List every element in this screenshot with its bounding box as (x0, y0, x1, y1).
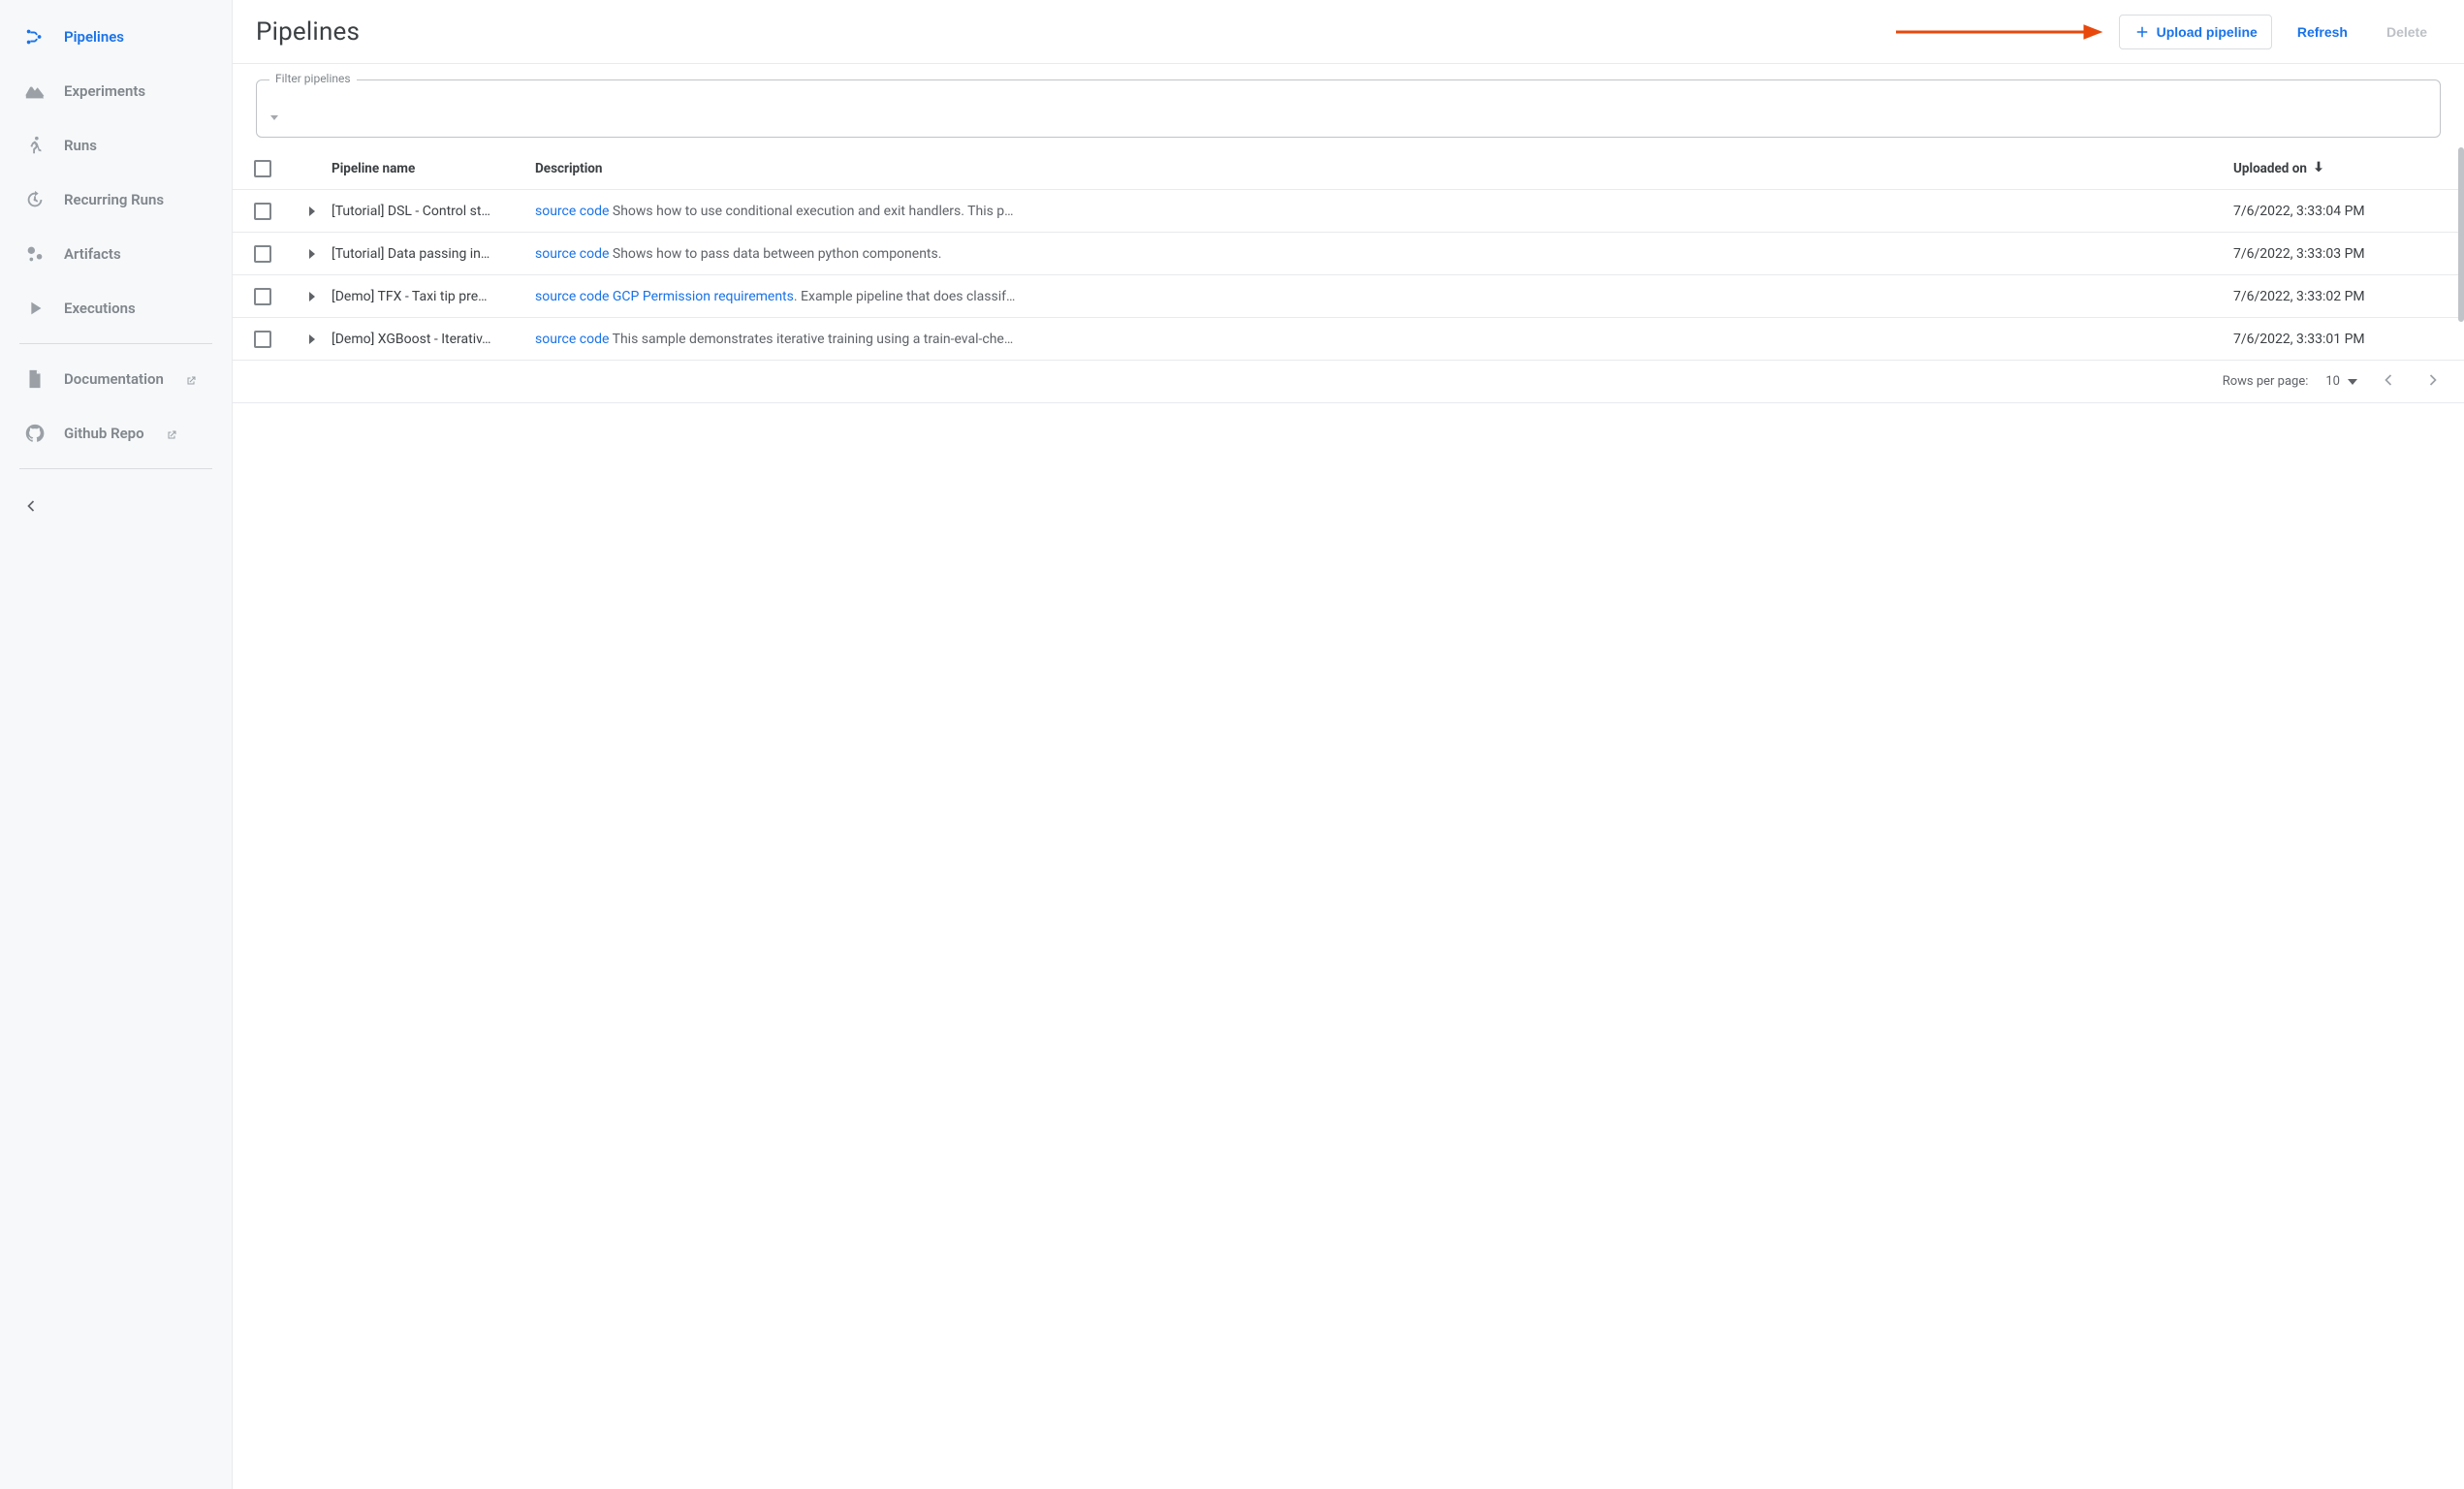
sidebar-divider (19, 343, 212, 344)
recurring-icon (23, 188, 47, 211)
page-title: Pipelines (256, 17, 360, 47)
sidebar-item-label: Executions (64, 300, 136, 317)
uploaded-on: 7/6/2022, 3:33:03 PM (2233, 246, 2447, 262)
refresh-label: Refresh (2297, 24, 2348, 40)
chevron-down-icon (2348, 379, 2357, 385)
source-code-link[interactable]: source code (535, 332, 609, 347)
row-checkbox[interactable] (254, 245, 271, 263)
table-row[interactable]: [Tutorial] Data passing in… source code … (233, 233, 2464, 275)
chevron-down-icon (270, 115, 278, 120)
scrollbar[interactable] (2458, 147, 2464, 438)
pipeline-description: source code Shows how to pass data betwe… (535, 246, 2233, 262)
column-header-description[interactable]: Description (535, 161, 2233, 176)
sidebar: Pipelines Experiments Runs Recurring Run… (0, 0, 233, 1489)
runs-icon (23, 134, 47, 157)
artifacts-icon (23, 242, 47, 266)
table-row[interactable]: [Demo] TFX - Taxi tip pre… source code G… (233, 275, 2464, 318)
sidebar-item-label: Experiments (64, 82, 145, 100)
sidebar-item-recurring-runs[interactable]: Recurring Runs (12, 173, 220, 227)
pipelines-icon (23, 25, 47, 48)
previous-page-button[interactable] (2375, 366, 2402, 397)
plus-icon (2133, 23, 2151, 41)
table-pagination: Rows per page: 10 (233, 361, 2464, 403)
uploaded-on: 7/6/2022, 3:33:01 PM (2233, 332, 2447, 347)
topbar: Pipelines Upload pipeline Refresh Delete (233, 0, 2464, 64)
select-all-checkbox[interactable] (254, 160, 271, 177)
column-header-uploaded[interactable]: Uploaded on (2233, 159, 2447, 178)
sidebar-item-label: Github Repo (64, 425, 144, 442)
sidebar-item-github[interactable]: Github Repo (12, 406, 220, 460)
sidebar-item-label: Pipelines (64, 28, 124, 46)
next-page-button[interactable] (2419, 366, 2447, 397)
column-header-name[interactable]: Pipeline name (332, 161, 535, 176)
expand-row-icon[interactable] (309, 206, 315, 216)
sidebar-item-artifacts[interactable]: Artifacts (12, 227, 220, 281)
sidebar-item-experiments[interactable]: Experiments (12, 64, 220, 118)
collapse-sidebar-button[interactable] (0, 487, 232, 525)
pipeline-description: source code Shows how to use conditional… (535, 204, 2233, 219)
expand-row-icon[interactable] (309, 249, 315, 259)
document-icon (23, 367, 47, 391)
uploaded-on: 7/6/2022, 3:33:02 PM (2233, 289, 2447, 304)
external-link-icon (185, 373, 197, 385)
sidebar-item-executions[interactable]: Executions (12, 281, 220, 335)
pipeline-description: source code GCP Permission requirements.… (535, 289, 2233, 304)
filter-label: Filter pipelines (269, 72, 357, 85)
row-checkbox[interactable] (254, 288, 271, 305)
table-header: Pipeline name Description Uploaded on (233, 147, 2464, 190)
sidebar-item-runs[interactable]: Runs (12, 118, 220, 173)
rows-per-page-label: Rows per page: (2223, 374, 2309, 389)
external-link-icon (166, 428, 177, 439)
sidebar-divider (19, 468, 212, 469)
pipelines-table: Pipeline name Description Uploaded on [T… (233, 147, 2464, 403)
row-checkbox[interactable] (254, 331, 271, 348)
row-checkbox[interactable] (254, 203, 271, 220)
refresh-button[interactable]: Refresh (2284, 16, 2361, 48)
github-icon (23, 422, 47, 445)
upload-pipeline-button[interactable]: Upload pipeline (2119, 15, 2272, 49)
pipeline-name[interactable]: [Demo] XGBoost - Iterativ… (332, 332, 535, 347)
main-content: Pipelines Upload pipeline Refresh Delete (233, 0, 2464, 1489)
sidebar-item-label: Runs (64, 137, 97, 154)
pipeline-name[interactable]: [Demo] TFX - Taxi tip pre… (332, 289, 535, 304)
source-code-link[interactable]: source code (535, 204, 609, 219)
pipeline-description: source code This sample demonstrates ite… (535, 332, 2233, 347)
expand-row-icon[interactable] (309, 292, 315, 301)
pipeline-name[interactable]: [Tutorial] DSL - Control st… (332, 204, 535, 219)
expand-row-icon[interactable] (309, 334, 315, 344)
delete-button: Delete (2373, 16, 2441, 48)
source-code-link[interactable]: source code (535, 246, 609, 262)
executions-icon (23, 297, 47, 320)
secondary-link[interactable]: GCP Permission requirements (609, 289, 793, 304)
sidebar-item-pipelines[interactable]: Pipelines (12, 10, 220, 64)
uploaded-on: 7/6/2022, 3:33:04 PM (2233, 204, 2447, 219)
sidebar-item-label: Recurring Runs (64, 191, 164, 208)
filter-pipelines-input[interactable] (256, 79, 2441, 138)
upload-pipeline-label: Upload pipeline (2157, 24, 2258, 40)
pipeline-name[interactable]: [Tutorial] Data passing in… (332, 246, 535, 262)
table-row[interactable]: [Tutorial] DSL - Control st… source code… (233, 190, 2464, 233)
experiments-icon (23, 79, 47, 103)
sidebar-item-label: Artifacts (64, 245, 121, 263)
sort-descending-icon (2311, 159, 2326, 178)
source-code-link[interactable]: source code (535, 289, 609, 304)
scrollbar-thumb[interactable] (2458, 147, 2464, 322)
sidebar-item-label: Documentation (64, 370, 164, 388)
table-row[interactable]: [Demo] XGBoost - Iterativ… source code T… (233, 318, 2464, 361)
delete-label: Delete (2386, 24, 2427, 40)
annotation-arrow (1890, 21, 2103, 43)
sidebar-item-documentation[interactable]: Documentation (12, 352, 220, 406)
rows-per-page-select[interactable]: 10 (2325, 374, 2357, 389)
